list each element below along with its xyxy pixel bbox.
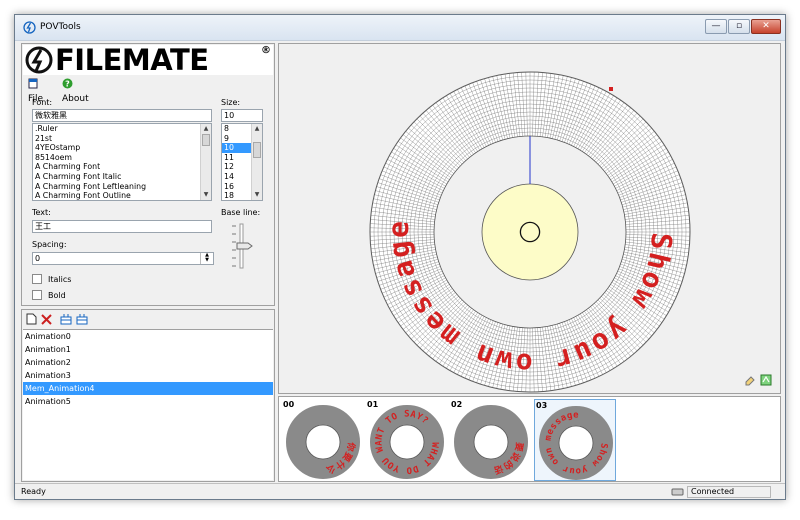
animation-list[interactable]: Animation0 Animation1 Animation2 Animation3… xyxy=(23,329,273,480)
animation-toolbar xyxy=(22,310,274,328)
font-list-item[interactable]: A Charming Font Outline xyxy=(33,191,211,200)
logo-text: FILEMATE xyxy=(55,43,209,77)
baseline-label: Base line: xyxy=(221,208,261,217)
title-bar: POVTools — ▫ ✕ xyxy=(15,15,785,41)
animation-list-item[interactable]: Animation0 xyxy=(23,330,273,343)
svg-text:?: ? xyxy=(65,80,70,89)
thumbnail-01[interactable]: 01 WHAT DO YOU WANT TO SAY? xyxy=(366,399,448,481)
font-list-item[interactable]: A Charming Font xyxy=(33,162,211,172)
italics-checkbox[interactable] xyxy=(32,274,42,284)
help-icon: ? xyxy=(62,78,73,89)
animation-list-item[interactable]: Animation2 xyxy=(23,356,273,369)
scroll-thumb[interactable] xyxy=(202,134,210,146)
font-list-scrollbar[interactable]: ▲ ▼ xyxy=(200,124,211,200)
disc-inner-gap xyxy=(389,424,425,460)
disc-inner-gap xyxy=(305,424,341,460)
position-marker xyxy=(609,87,613,91)
move-up-icon[interactable] xyxy=(60,313,72,325)
thumbnail-strip: 00 你要什么 01 WHAT DO YOU WANT TO SAY? 02 要说的话 03… xyxy=(278,396,781,482)
minimize-button[interactable]: — xyxy=(705,19,727,34)
thumbnail-00[interactable]: 00 你要什么 xyxy=(282,399,364,481)
font-input[interactable]: 微软雅黑 xyxy=(32,109,212,122)
app-icon xyxy=(23,21,36,34)
disc: Show your own message xyxy=(369,71,691,393)
thumbnail-disc-canvas: 要说的话 xyxy=(454,405,528,479)
thumbnail-disc-canvas: Show your own message xyxy=(539,406,613,480)
size-list[interactable]: 8 9 10 11 12 14 16 18 ▲ ▼ xyxy=(221,123,263,201)
animation-list-item[interactable]: Animation1 xyxy=(23,343,273,356)
connection-icon xyxy=(671,488,684,496)
menu-about[interactable]: ? About xyxy=(62,78,89,104)
fill-icon[interactable] xyxy=(760,374,772,386)
font-list-item[interactable]: .Ruler xyxy=(33,124,211,134)
scroll-up-icon[interactable]: ▲ xyxy=(202,125,210,133)
font-list[interactable]: .Ruler 21st 4YEOstamp 8514oem A Charming Fon… xyxy=(32,123,212,201)
font-settings-panel: FILEMATE ® File ? About Font: 微软雅黑 .Rule… xyxy=(21,43,275,306)
disc: WHAT DO YOU WANT TO SAY? xyxy=(370,405,444,479)
font-label: Font: xyxy=(32,98,53,107)
baseline-slider[interactable] xyxy=(228,222,258,270)
app-window: POVTools — ▫ ✕ FILEMATE ® File ? About F… xyxy=(14,14,786,500)
eraser-icon[interactable] xyxy=(744,374,756,386)
animation-list-item[interactable]: Mem_Animation4 xyxy=(23,382,273,395)
disc: 要说的话 xyxy=(454,405,528,479)
status-bar: Ready Connected xyxy=(15,483,785,499)
disc-preview-canvas[interactable]: Show your own message xyxy=(279,44,780,393)
window-title: POVTools xyxy=(40,22,81,32)
thumbnail-disc-canvas: 你要什么 xyxy=(286,405,360,479)
menu-about-label: About xyxy=(62,94,89,104)
font-list-item[interactable]: 4YEOstamp xyxy=(33,143,211,153)
italics-label: Italics xyxy=(48,275,72,284)
scroll-down-icon[interactable]: ▼ xyxy=(253,191,261,199)
thumbnail-disc-canvas: WHAT DO YOU WANT TO SAY? xyxy=(370,405,444,479)
status-text: Ready xyxy=(21,487,46,496)
font-list-item[interactable]: A Charming Font Leftleaning xyxy=(33,182,211,192)
spacing-stepper[interactable]: ▲ ▼ xyxy=(200,253,213,264)
animation-list-item[interactable]: Animation5 xyxy=(23,395,273,408)
move-down-icon[interactable] xyxy=(76,313,88,325)
text-label: Text: xyxy=(32,208,51,217)
scroll-thumb[interactable] xyxy=(253,142,261,158)
preview-panel: Show your own message xyxy=(278,43,781,394)
thumbnail-03[interactable]: 03 Show your own message xyxy=(534,399,616,481)
disc: 你要什么 xyxy=(286,405,360,479)
font-list-item[interactable]: 21st xyxy=(33,134,211,144)
scroll-down-icon[interactable]: ▼ xyxy=(202,191,210,199)
connection-status: Connected xyxy=(687,486,771,498)
font-list-item[interactable]: A Charming Font Italic xyxy=(33,172,211,182)
disc-inner-gap xyxy=(558,425,594,461)
size-input[interactable]: 10 xyxy=(221,109,263,122)
new-animation-icon[interactable] xyxy=(26,313,37,325)
bold-label: Bold xyxy=(48,291,66,300)
spacing-input[interactable]: 0 xyxy=(32,252,214,265)
baseline-slider-track-icon xyxy=(232,223,253,269)
size-list-scrollbar[interactable]: ▲ ▼ xyxy=(251,124,262,200)
thumbnail-02[interactable]: 02 要说的话 xyxy=(450,399,532,481)
bold-checkbox[interactable] xyxy=(32,290,42,300)
filemate-logo: FILEMATE ® xyxy=(23,43,273,77)
close-button[interactable]: ✕ xyxy=(751,19,781,34)
font-list-item[interactable]: 8514oem xyxy=(33,153,211,163)
disc-hub xyxy=(481,183,579,281)
animation-panel: Animation0 Animation1 Animation2 Animation3… xyxy=(21,309,275,482)
animation-list-item[interactable]: Animation3 xyxy=(23,369,273,382)
disc-inner-gap xyxy=(473,424,509,460)
menu-file[interactable]: File xyxy=(28,78,43,104)
logo-registered-mark: ® xyxy=(261,45,271,56)
scroll-up-icon[interactable]: ▲ xyxy=(253,125,261,133)
maximize-button[interactable]: ▫ xyxy=(728,19,750,34)
file-menu-icon xyxy=(28,78,38,89)
spacing-label: Spacing: xyxy=(32,240,67,249)
delete-animation-icon[interactable] xyxy=(41,313,52,325)
disc: Show your own message xyxy=(539,406,613,480)
text-input[interactable]: 王工 xyxy=(32,220,212,233)
size-label: Size: xyxy=(221,98,241,107)
